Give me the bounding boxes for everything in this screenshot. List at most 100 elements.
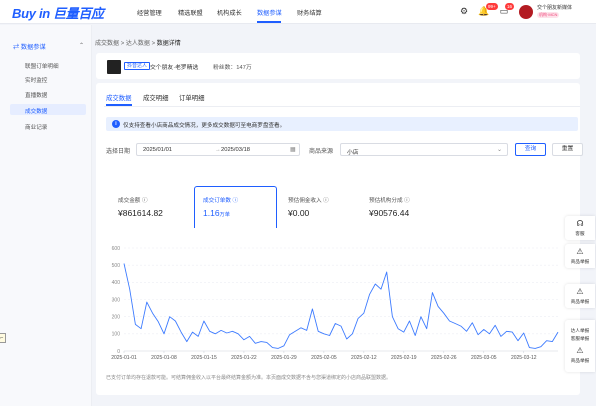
x-tick-label: 2025-01-01 <box>111 355 137 361</box>
bell-badge: 99+ <box>486 3 498 10</box>
float-report-2[interactable]: ⚠ 商品举报 <box>565 284 595 308</box>
tab-deal-detail[interactable]: 成交明细 <box>143 93 169 102</box>
settings-icon[interactable]: ⚙ <box>458 5 470 17</box>
metric-label: 预估机构分成 <box>369 198 403 204</box>
source-value: 小店 <box>347 150 359 156</box>
x-tick-label: 2025-02-19 <box>391 355 417 361</box>
message-badge: 16 <box>505 3 515 10</box>
tab-order-detail[interactable]: 订单明细 <box>179 93 205 102</box>
breadcrumb-l1[interactable]: 成交数据 <box>95 41 119 47</box>
nav-item-business[interactable]: 经营管理 <box>137 8 162 17</box>
metric-value: ¥90576.44 <box>369 208 410 218</box>
info-notice: i 仅支持查看小店商品成交情况，更多成交数据可至电商罗盘查看。 <box>106 117 578 131</box>
tab-divider <box>104 106 580 107</box>
data-icon: ⇄ <box>13 44 21 51</box>
source-label: 商品来源 <box>309 149 334 155</box>
sidebar-item-orders[interactable]: 联盟订单明细 <box>25 62 59 70</box>
source-select[interactable]: 小店 ⌄ <box>340 143 508 156</box>
float-label: 商品举报 <box>570 299 590 304</box>
y-tick-label: 0 <box>117 349 120 355</box>
breadcrumb-sep: > <box>151 41 156 47</box>
footer-note: 已支付订单均存在退款可能。可结算佣金收入以平台最终结算金额为准。本页面成交数据不… <box>106 375 392 381</box>
sidebar-selected-bg <box>10 104 86 115</box>
metric-agency-share[interactable]: 预估机构分成 ⓘ ¥90576.44 <box>369 186 449 228</box>
metric-value: ¥861614.82 <box>118 208 163 218</box>
user-tag: 机构·MCN <box>537 12 560 18</box>
nav-item-finance[interactable]: 财务结算 <box>297 8 322 17</box>
sidebar-item-records[interactable]: 商业记录 <box>25 123 47 131</box>
date-arrow: → <box>215 147 221 153</box>
breadcrumb-l3: 数据详情 <box>156 41 181 47</box>
x-tick-label: 2025-01-15 <box>191 355 217 361</box>
tab-deal-data[interactable]: 成交数据 <box>106 93 132 102</box>
sidebar-item-deals[interactable]: 成交数据 <box>25 107 47 115</box>
chevron-up-icon: ⌃ <box>79 42 85 49</box>
help-icon: ⓘ <box>323 198 329 204</box>
series-line-0 <box>123 263 559 349</box>
warning-icon: ⚠ <box>576 346 584 355</box>
y-tick-label: 500 <box>112 263 121 269</box>
help-icon: ⓘ <box>141 198 148 204</box>
chevron-down-icon: ⌄ <box>497 147 502 153</box>
date-start[interactable]: 2025/01/01 <box>143 147 172 153</box>
sidebar-item-monitor[interactable]: 实时监控 <box>25 76 47 84</box>
date-end[interactable]: 2025/03/18 <box>221 147 250 153</box>
nav-active-underline <box>257 21 281 23</box>
info-icon: i <box>112 120 120 128</box>
metric-orders[interactable]: 成交订单数 ⓘ 1.16万单 <box>203 186 273 228</box>
top-bar: Buy in 巨量百应 经营管理 精选联盟 机构成长 数据参谋 财务结算 ⚙ 🔔 … <box>0 0 596 24</box>
date-range-picker[interactable]: 2025/01/01 → 2025/03/18 ▦ <box>136 143 300 156</box>
y-tick-label: 200 <box>112 314 121 320</box>
nav-item-data[interactable]: 数据参谋 <box>257 8 282 17</box>
orders-line-chart: 0 100 200 300 400 500 600 2025-01-01 2025-01-08 2… <box>111 246 559 361</box>
warning-icon: ⚠ <box>576 287 584 296</box>
metric-label: 预估佣金收入 <box>288 198 322 204</box>
avatar[interactable] <box>519 5 533 19</box>
shop-type-tag: 抖音达人 <box>124 62 151 70</box>
sidebar-item-live[interactable]: 直播数据 <box>25 91 47 99</box>
help-icon: ⓘ <box>404 198 410 204</box>
sidebar-section-data[interactable]: ⇄ 数据参谋 ⌃ <box>13 42 84 51</box>
query-button[interactable]: 查询 <box>515 143 546 156</box>
float-report-group[interactable]: 达人举报 客服举报 ⚠ 商品举报 <box>565 320 595 372</box>
shop-fans: 粉丝数：147万 <box>213 65 252 71</box>
y-tick-label: 600 <box>112 246 121 252</box>
metric-label: 成交订单数 <box>203 198 231 204</box>
float-report-1[interactable]: ⚠ 商品举报 <box>565 244 595 268</box>
metric-gmv[interactable]: 成交金额 ⓘ ¥861614.82 <box>118 186 188 228</box>
sidebar: ⇄ 数据参谋 ⌃ 联盟订单明细 实时监控 直播数据 成交数据 商业记录 <box>0 25 92 406</box>
breadcrumb-l2[interactable]: 达人数据 <box>126 41 150 47</box>
sidebar-section-label: 数据参谋 <box>20 44 46 51</box>
x-tick-label: 2025-01-22 <box>231 355 257 361</box>
metric-label: 成交金额 <box>118 198 141 204</box>
metric-unit: 万单 <box>219 212 230 218</box>
float-service[interactable]: ☊ 客服 <box>565 216 595 240</box>
float-label: 商品举报 <box>570 259 590 264</box>
shop-thumbnail <box>107 60 121 74</box>
float-label: 客服 <box>575 231 585 236</box>
x-tick-label: 2025-03-05 <box>471 355 497 361</box>
metric-commission[interactable]: 预估佣金收入 ⓘ ¥0.00 <box>288 186 358 228</box>
external-bookmark-icon[interactable]: ⌐ <box>0 333 6 343</box>
shop-name: 交个朋友·老罗精选 <box>150 65 199 71</box>
x-tick-label: 2025-02-12 <box>351 355 377 361</box>
breadcrumb-sep: > <box>120 41 125 47</box>
calendar-icon[interactable]: ▦ <box>290 147 295 153</box>
help-icon: ⓘ <box>232 198 239 204</box>
nav-item-growth[interactable]: 机构成长 <box>217 8 242 17</box>
float-label: 客服举报 <box>570 336 590 341</box>
reset-button[interactable]: 重置 <box>552 143 583 156</box>
headset-icon: ☊ <box>576 219 584 228</box>
float-label: 商品举报 <box>570 358 590 363</box>
x-tick-label: 2025-02-26 <box>431 355 457 361</box>
metric-value: 1.16 <box>203 208 220 218</box>
x-tick-label: 2025-01-08 <box>151 355 177 361</box>
x-tick-label: 2025-01-29 <box>271 355 297 361</box>
y-tick-label: 300 <box>112 297 121 303</box>
x-tick-label: 2025-02-05 <box>311 355 337 361</box>
nav-item-alliance[interactable]: 精选联盟 <box>178 8 203 17</box>
user-name[interactable]: 交个朋友新媒体 <box>537 4 572 11</box>
y-tick-label: 100 <box>112 332 121 338</box>
warning-icon: ⚠ <box>576 247 584 256</box>
notice-text: 仅支持查看小店商品成交情况，更多成交数据可至电商罗盘查看。 <box>123 123 286 129</box>
